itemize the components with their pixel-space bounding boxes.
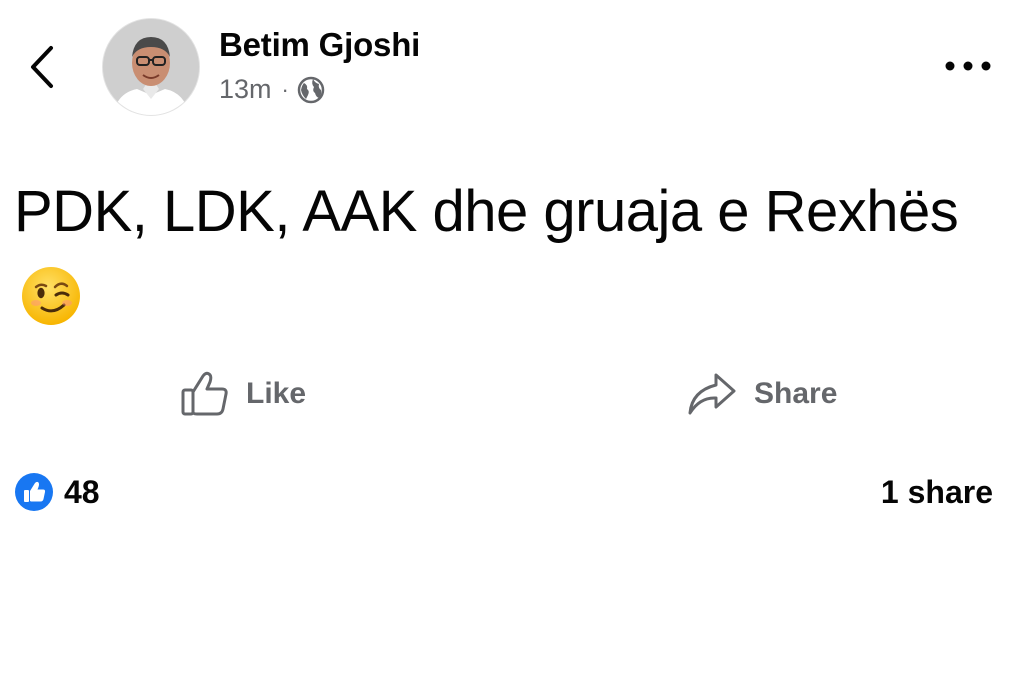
- post-text: PDK, LDK, AAK dhe gruaja e Rexhës: [14, 179, 959, 244]
- chevron-left-icon: [31, 46, 53, 88]
- avatar-image: [103, 19, 199, 115]
- back-button[interactable]: [24, 42, 60, 92]
- winking-face-emoji: [20, 264, 82, 352]
- more-options-button[interactable]: [940, 52, 996, 80]
- share-label: Share: [754, 377, 838, 410]
- thumbs-up-icon: [181, 371, 228, 416]
- like-label: Like: [246, 377, 307, 410]
- reactions-summary[interactable]: 48: [14, 472, 100, 512]
- meta-separator: ·: [281, 76, 289, 102]
- share-arrow-icon: [688, 373, 736, 415]
- post-timestamp[interactable]: 13m: [219, 74, 272, 105]
- share-count[interactable]: 1 share: [881, 474, 993, 511]
- post-meta: 13m ·: [219, 74, 325, 105]
- globe-icon: [297, 76, 325, 103]
- author-avatar[interactable]: [102, 18, 200, 116]
- post-body: PDK, LDK, AAK dhe gruaja e Rexhës: [14, 168, 1004, 352]
- share-button[interactable]: Share: [686, 368, 837, 420]
- like-reaction-icon: [15, 473, 53, 511]
- more-horizontal-icon: [945, 61, 991, 71]
- like-button[interactable]: Like: [180, 368, 306, 420]
- author-name[interactable]: Betim Gjoshi: [219, 26, 420, 64]
- reaction-count: 48: [64, 473, 100, 510]
